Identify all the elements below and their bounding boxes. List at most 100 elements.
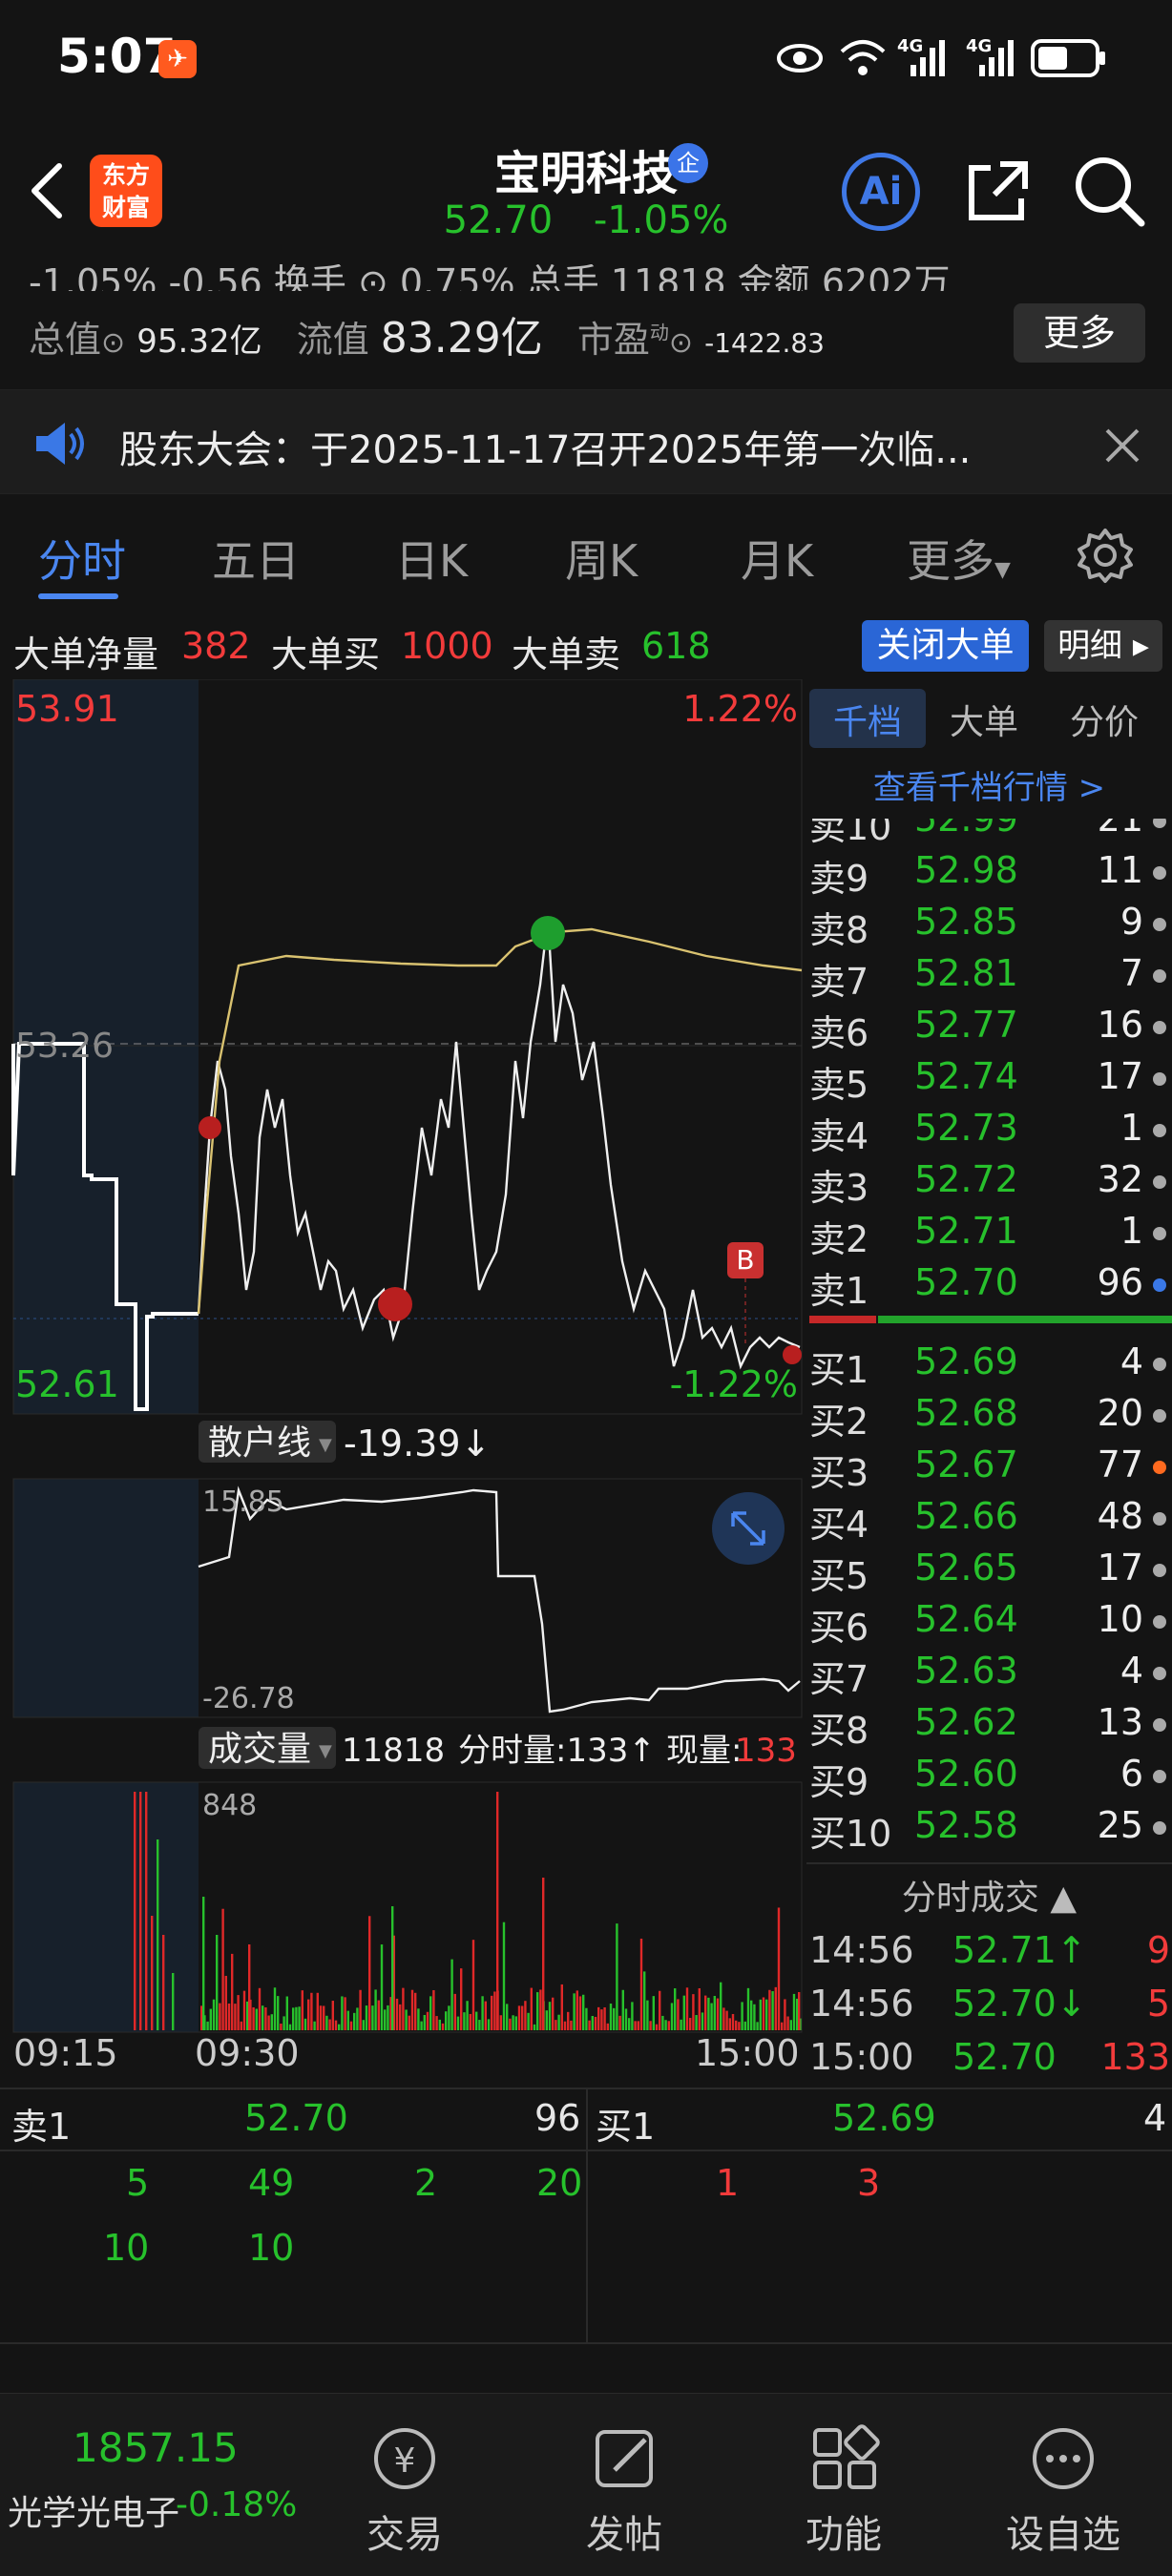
volume-bar [560, 1984, 563, 2030]
volume-bar [713, 1995, 716, 2030]
volume-bar [576, 1990, 578, 2030]
bid-row[interactable]: 买10 52.58 25 [809, 1804, 1172, 1856]
announcement-bar[interactable]: 股东大会：于2025-11-17召开2025年第一次临... [0, 389, 1172, 494]
functions-grid-icon[interactable] [758, 2422, 930, 2495]
tab-five-day[interactable]: 五日 [212, 527, 300, 590]
bid-row[interactable]: 买8 52.62 13 [809, 1701, 1172, 1753]
pe-superscript: 动 [649, 321, 669, 344]
tab-big-orders[interactable]: 大单 [950, 695, 1018, 744]
close-icon[interactable] [1103, 426, 1141, 465]
volume-bar [680, 2019, 682, 2030]
ask-row[interactable]: 卖7 52.81 7 [809, 952, 1172, 1004]
post-edit-icon[interactable] [538, 2422, 710, 2495]
bid-row[interactable]: 买7 52.63 4 [809, 1650, 1172, 1701]
bid-row[interactable]: 买3 52.67 77 [809, 1444, 1172, 1495]
volume-bar [288, 2024, 292, 2030]
volume-bar [429, 1996, 432, 2030]
ai-button[interactable]: Ai [842, 153, 920, 231]
volume-bar [545, 2010, 548, 2030]
bid-row[interactable]: 买5 52.65 17 [809, 1547, 1172, 1598]
low-marker[interactable] [378, 1287, 412, 1321]
detail-button[interactable]: 明细 ▸ [1044, 620, 1162, 672]
search-icon[interactable] [1071, 153, 1147, 229]
volume-bar [432, 1989, 435, 2030]
level-price: 52.72 [914, 1158, 1018, 1200]
volume-bar [262, 2005, 264, 2030]
trade-yuan-icon[interactable]: ¥ [319, 2422, 491, 2495]
ask-row[interactable]: 卖6 52.77 16 [809, 1004, 1172, 1055]
volume-bar [597, 2006, 600, 2030]
settings-gear-icon[interactable] [1077, 527, 1134, 584]
end-marker[interactable] [783, 1345, 802, 1364]
nav-post[interactable]: 发帖 [538, 2503, 710, 2559]
bid-row[interactable]: 买1 52.69 4 [809, 1340, 1172, 1392]
index-value[interactable]: 1857.15 [73, 2424, 239, 2471]
bid-row[interactable]: 买9 52.60 6 [809, 1753, 1172, 1804]
index-change[interactable]: -0.18% [176, 2485, 297, 2524]
volume-bar [765, 1999, 768, 2030]
average-price-line [197, 927, 803, 1315]
tab-price-levels[interactable]: 分价 [1070, 695, 1139, 744]
view-thousand-levels-link[interactable]: 查看千档行情 > [806, 761, 1172, 808]
info-icon[interactable]: ⊙ [101, 326, 125, 360]
volume-bar [368, 1916, 371, 2030]
level-dot-icon [1153, 819, 1166, 828]
nav-add-watchlist[interactable]: 设自选 [977, 2503, 1149, 2559]
volume-bar [777, 1907, 781, 2030]
level-dot-icon [1153, 1175, 1166, 1189]
ask-row[interactable]: 卖8 52.85 9 [809, 901, 1172, 952]
index-name[interactable]: 光学光电子 [8, 2485, 179, 2535]
volume-bar [722, 2007, 725, 2030]
tab-daily-k[interactable]: 日K [395, 527, 468, 590]
volume-bar [349, 2021, 353, 2030]
nav-trade[interactable]: 交易 [319, 2503, 491, 2559]
info-icon[interactable]: ⊙ [669, 326, 693, 360]
ask-row[interactable]: 卖9 52.98 11 [809, 849, 1172, 901]
ask-row[interactable]: 卖1 52.70 96 [809, 1261, 1172, 1313]
bid-row[interactable]: 买4 52.66 48 [809, 1495, 1172, 1547]
ask-row[interactable]: 卖5 52.74 17 [809, 1055, 1172, 1107]
ask-row[interactable]: 卖2 52.71 1 [809, 1210, 1172, 1261]
volume-bar [484, 2001, 487, 2030]
close-big-order-button[interactable]: 关闭大单 [862, 620, 1029, 672]
volume-bar [387, 2005, 389, 2030]
trade-time: 14:56 [809, 1983, 914, 2025]
volume-bar [450, 1959, 453, 2030]
ask-row[interactable]: 卖4 52.73 1 [809, 1107, 1172, 1158]
tick-trades-toggle[interactable]: 分时成交 ▲ [806, 1870, 1172, 1920]
volume-bar [362, 2020, 365, 2030]
ask-row[interactable]: 卖3 52.72 32 [809, 1158, 1172, 1210]
nav-functions[interactable]: 功能 [758, 2503, 930, 2559]
queue-sell-vol: 96 [534, 2097, 581, 2139]
tab-monthly-k[interactable]: 月K [741, 527, 813, 590]
bid-row[interactable]: 买2 52.68 20 [809, 1392, 1172, 1444]
volume-bar [643, 1971, 646, 2030]
volume-bar [621, 1989, 624, 2030]
retail-line [198, 1485, 801, 1714]
more-button[interactable]: 更多 [1014, 303, 1145, 363]
share-icon[interactable] [962, 155, 1035, 227]
volume-bar [720, 1982, 722, 2030]
volume-bar [698, 1988, 701, 2030]
volume-bar [323, 2005, 325, 2030]
buy-point-marker[interactable] [199, 1116, 221, 1139]
add-watchlist-icon[interactable] [977, 2422, 1149, 2495]
level-volume: 4 [1120, 1650, 1143, 1692]
volume-bar [555, 2020, 557, 2030]
tab-intraday[interactable]: 分时 [38, 527, 126, 590]
volume-bar [471, 1940, 475, 2030]
volume-bar [328, 2019, 331, 2030]
level-label: 卖5 [809, 1064, 869, 1106]
intraday-chart-area[interactable]: B 53.91 1.22% 53.26 52.61 -1.22% 散户线 ▼ -… [0, 679, 806, 2044]
volume-bar [252, 2006, 255, 2030]
tab-more[interactable]: 更多▼ [907, 527, 1011, 590]
volume-bar [255, 2008, 258, 2030]
level-price: 52.81 [914, 952, 1018, 994]
bid-ask-divider [809, 1316, 1172, 1323]
volume-bar [517, 2005, 521, 2030]
volume-bar [542, 1878, 545, 2030]
tab-weekly-k[interactable]: 周K [565, 527, 638, 590]
tab-thousand-levels[interactable]: 千档 [833, 695, 902, 744]
bid-row[interactable]: 买6 52.64 10 [809, 1598, 1172, 1650]
high-marker[interactable] [531, 916, 565, 950]
